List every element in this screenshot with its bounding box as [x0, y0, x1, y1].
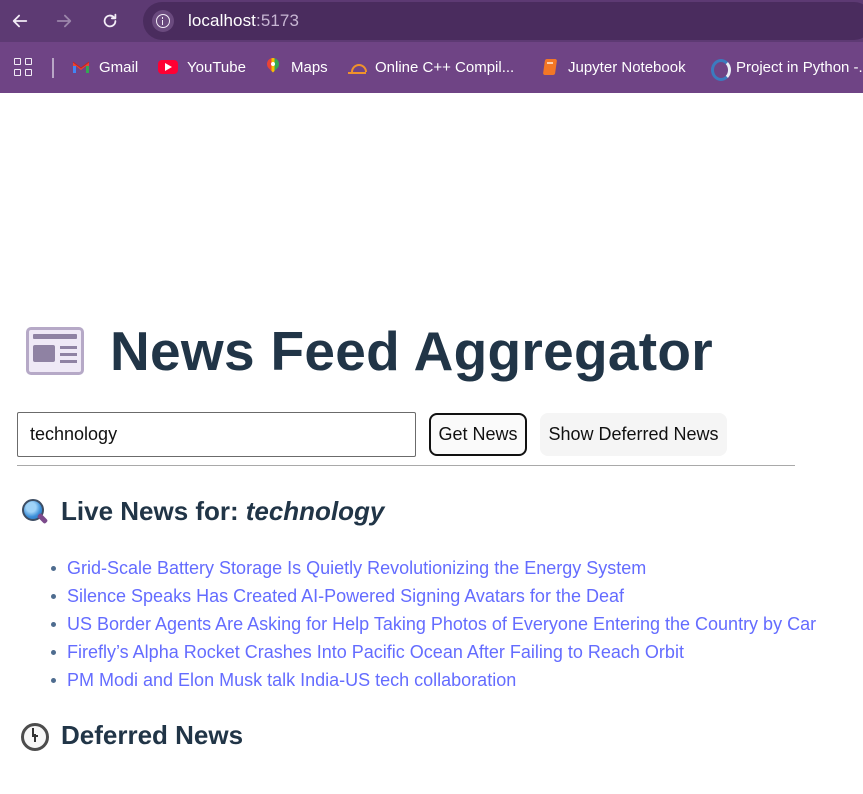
- site-info-icon[interactable]: [152, 10, 174, 32]
- bookmark-maps[interactable]: Maps: [264, 56, 328, 78]
- clock-icon: [20, 722, 49, 751]
- list-item: Grid-Scale Battery Storage Is Quietly Re…: [50, 557, 816, 585]
- page-header: News Feed Aggregator: [24, 319, 713, 383]
- newspaper-icon: [24, 325, 86, 377]
- live-news-heading: Live News for: technology: [20, 496, 384, 527]
- news-link[interactable]: Grid-Scale Battery Storage Is Quietly Re…: [67, 558, 646, 578]
- sunrise-icon: [348, 58, 367, 76]
- news-link[interactable]: PM Modi and Elon Musk talk India-US tech…: [67, 670, 516, 690]
- python-icon: [709, 58, 731, 81]
- divider: [17, 465, 795, 466]
- bookmark-project-in-python[interactable]: Project in Python -...: [709, 56, 863, 81]
- bookmark-label: Project in Python -...: [736, 58, 863, 76]
- bookmark-online-cpp-compiler[interactable]: Online C++ Compil...: [348, 56, 514, 78]
- bookmark-gmail[interactable]: Gmail: [72, 56, 138, 78]
- page-content: News Feed Aggregator Get News Show Defer…: [0, 93, 863, 794]
- deferred-news-heading-text: Deferred News: [61, 720, 244, 750]
- show-deferred-news-button[interactable]: Show Deferred News: [540, 413, 727, 456]
- list-item: Silence Speaks Has Created AI-Powered Si…: [50, 585, 816, 613]
- maps-icon: [264, 58, 282, 76]
- bookmarks-divider: [52, 58, 54, 78]
- address-bar-row: localhost:5173: [0, 0, 863, 42]
- jupyter-icon: [541, 58, 559, 76]
- get-news-button[interactable]: Get News: [429, 413, 527, 456]
- topic-search-input[interactable]: [17, 412, 416, 457]
- bookmark-label: Gmail: [99, 58, 139, 76]
- bookmark-youtube[interactable]: YouTube: [158, 56, 246, 78]
- url-host: localhost: [188, 11, 256, 30]
- list-item: Firefly’s Alpha Rocket Crashes Into Paci…: [50, 641, 816, 669]
- news-link[interactable]: Silence Speaks Has Created AI-Powered Si…: [67, 586, 624, 606]
- url-port: :5173: [256, 11, 300, 30]
- back-arrow-icon[interactable]: [6, 7, 34, 35]
- bookmarks-bar: Gmail YouTube Maps Online C++ Compil... …: [0, 50, 863, 84]
- list-item: PM Modi and Elon Musk talk India-US tech…: [50, 669, 816, 697]
- list-item: US Border Agents Are Asking for Help Tak…: [50, 613, 816, 641]
- bookmark-jupyter-notebook[interactable]: Jupyter Notebook: [541, 56, 686, 78]
- forward-arrow-icon[interactable]: [50, 7, 78, 35]
- news-link[interactable]: Firefly’s Alpha Rocket Crashes Into Paci…: [67, 642, 684, 662]
- news-link[interactable]: US Border Agents Are Asking for Help Tak…: [67, 614, 816, 634]
- url-text[interactable]: localhost:5173: [188, 11, 299, 31]
- browser-chrome: localhost:5173 Gmail YouTube Maps Online…: [0, 0, 863, 93]
- gmail-icon: [72, 58, 90, 76]
- deferred-news-heading: Deferred News: [20, 720, 243, 751]
- page-title: News Feed Aggregator: [110, 320, 713, 382]
- bookmark-label: Online C++ Compil...: [375, 58, 515, 76]
- magnifier-icon: [20, 498, 48, 526]
- bookmark-label: YouTube: [187, 58, 246, 76]
- live-news-topic: technology: [245, 496, 385, 526]
- live-news-heading-text: Live News for:: [61, 496, 239, 526]
- apps-grid-icon[interactable]: [14, 58, 33, 77]
- bookmark-label: Maps: [291, 58, 328, 76]
- reload-icon[interactable]: [96, 7, 124, 35]
- live-news-list: Grid-Scale Battery Storage Is Quietly Re…: [50, 557, 816, 697]
- bookmark-label: Jupyter Notebook: [568, 58, 686, 76]
- youtube-icon: [158, 60, 178, 74]
